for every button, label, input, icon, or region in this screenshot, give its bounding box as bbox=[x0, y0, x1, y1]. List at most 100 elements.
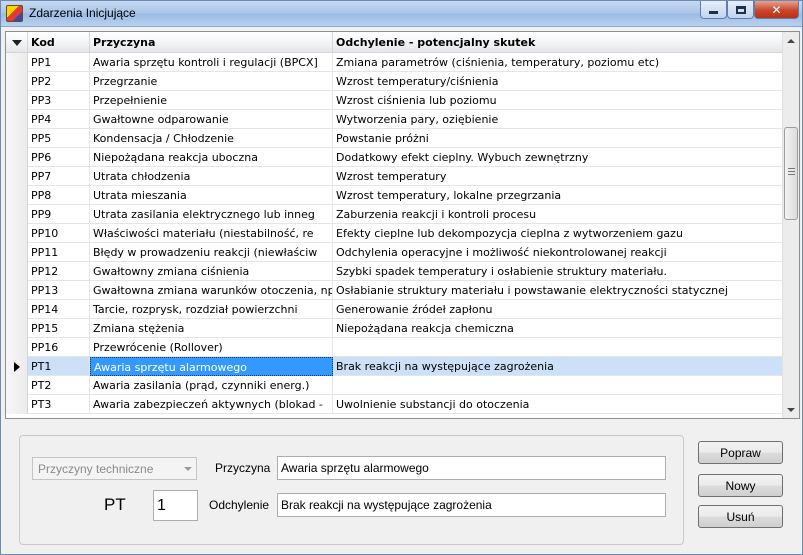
table-row[interactable]: PP13 Gwałtowna zmiana warunków otoczenia,… bbox=[6, 281, 784, 300]
cell-przyczyna[interactable]: Właściwości materiału (niestabilność, re bbox=[90, 224, 333, 243]
row-indicator[interactable] bbox=[6, 357, 28, 376]
scroll-down-button[interactable] bbox=[783, 401, 799, 418]
cell-kod[interactable]: PP1 bbox=[28, 53, 90, 72]
cell-przyczyna[interactable]: Awaria sprzętu alarmowego bbox=[90, 357, 333, 376]
cell-odchylenie[interactable]: Wzrost temperatury, lokalne przegrzania bbox=[333, 186, 782, 205]
row-indicator[interactable] bbox=[6, 262, 28, 281]
row-indicator[interactable] bbox=[6, 338, 28, 357]
row-indicator[interactable] bbox=[6, 148, 28, 167]
cell-odchylenie[interactable]: Niepożądana reakcja chemiczna bbox=[333, 319, 782, 338]
cell-odchylenie[interactable]: Wytworzenia pary, oziębienie bbox=[333, 110, 782, 129]
table-row[interactable]: PP16 Przewrócenie (Rollover) bbox=[6, 338, 784, 357]
row-indicator[interactable] bbox=[6, 167, 28, 186]
nowy-button[interactable]: Nowy bbox=[698, 474, 783, 497]
table-row[interactable]: PP9 Utrata zasilania elektrycznego lub in… bbox=[6, 205, 784, 224]
title-bar[interactable]: Zdarzenia Inicjujące ✕ bbox=[1, 1, 802, 27]
cell-kod[interactable]: PT1 bbox=[28, 357, 90, 376]
row-indicator[interactable] bbox=[6, 281, 28, 300]
cell-odchylenie[interactable]: Szybki spadek temperatury i osłabienie s… bbox=[333, 262, 782, 281]
cell-kod[interactable]: PP4 bbox=[28, 110, 90, 129]
table-row[interactable]: PP12 Gwałtowny zmiana ciśnienia Szybki spa… bbox=[6, 262, 784, 281]
row-indicator[interactable] bbox=[6, 224, 28, 243]
cell-odchylenie[interactable]: Zaburzenia reakcji i kontroli procesu bbox=[333, 205, 782, 224]
cell-przyczyna[interactable]: Utrata zasilania elektrycznego lub inneg bbox=[90, 205, 333, 224]
row-indicator[interactable] bbox=[6, 91, 28, 110]
cell-odchylenie[interactable] bbox=[333, 338, 782, 357]
table-row[interactable]: PP14 Tarcie, rozprysk, rozdział powierzch… bbox=[6, 300, 784, 319]
cell-kod[interactable]: PP12 bbox=[28, 262, 90, 281]
row-indicator[interactable] bbox=[6, 186, 28, 205]
cell-odchylenie[interactable]: Brak reakcji na występujące zagrożenia bbox=[333, 357, 782, 376]
cell-kod[interactable]: PP13 bbox=[28, 281, 90, 300]
przyczyna-input[interactable]: Awaria sprzętu alarmowego bbox=[277, 456, 666, 480]
cell-kod[interactable]: PP3 bbox=[28, 91, 90, 110]
cell-przyczyna[interactable]: Gwałtowne odparowanie bbox=[90, 110, 333, 129]
popraw-button[interactable]: Popraw bbox=[698, 441, 783, 464]
row-indicator[interactable] bbox=[6, 129, 28, 148]
table-row[interactable]: PP10 Właściwości materiału (niestabilność… bbox=[6, 224, 784, 243]
vertical-scrollbar[interactable] bbox=[782, 32, 799, 418]
cell-przyczyna[interactable]: Utrata chłodzenia bbox=[90, 167, 333, 186]
data-grid[interactable]: Kod Przyczyna Odchylenie - potencjalny s… bbox=[5, 31, 800, 419]
table-row[interactable]: PT3 Awaria zabezpieczeń aktywnych (blokad… bbox=[6, 395, 784, 414]
cell-kod[interactable]: PT2 bbox=[28, 376, 90, 395]
cell-kod[interactable]: PP15 bbox=[28, 319, 90, 338]
cell-odchylenie[interactable]: Efekty cieplne lub dekompozycja cieplna … bbox=[333, 224, 782, 243]
code-number-input[interactable]: 1 bbox=[153, 490, 198, 521]
cell-kod[interactable]: PP8 bbox=[28, 186, 90, 205]
cell-kod[interactable]: PP11 bbox=[28, 243, 90, 262]
row-indicator[interactable] bbox=[6, 376, 28, 395]
table-row[interactable]: PT1 Awaria sprzętu alarmowego Brak reakcji… bbox=[6, 357, 784, 376]
header-indicator[interactable] bbox=[6, 32, 28, 52]
scroll-thumb[interactable] bbox=[784, 127, 798, 220]
row-indicator[interactable] bbox=[6, 53, 28, 72]
cell-przyczyna[interactable]: Przewrócenie (Rollover) bbox=[90, 338, 333, 357]
cell-przyczyna[interactable]: Gwałtowny zmiana ciśnienia bbox=[90, 262, 333, 281]
cell-przyczyna[interactable]: Awaria zabezpieczeń aktywnych (blokad - bbox=[90, 395, 333, 414]
cell-odchylenie[interactable]: Dodatkowy efekt cieplny. Wybuch zewnętrz… bbox=[333, 148, 782, 167]
cell-przyczyna[interactable]: Niepożądana reakcja uboczna bbox=[90, 148, 333, 167]
scroll-up-button[interactable] bbox=[783, 32, 799, 49]
table-row[interactable]: PP8 Utrata mieszania Wzrost temperatury, l… bbox=[6, 186, 784, 205]
table-row[interactable]: PP2 Przegrzanie Wzrost temperatury/ciśnien… bbox=[6, 72, 784, 91]
cell-przyczyna[interactable]: Przepełnienie bbox=[90, 91, 333, 110]
minimize-button[interactable] bbox=[700, 1, 727, 19]
cell-odchylenie[interactable]: Powstanie próżni bbox=[333, 129, 782, 148]
cell-kod[interactable]: PP10 bbox=[28, 224, 90, 243]
table-row[interactable]: PT2 Awaria zasilania (prąd, czynniki ener… bbox=[6, 376, 784, 395]
cell-odchylenie[interactable]: Generowanie źródeł zapłonu bbox=[333, 300, 782, 319]
cell-kod[interactable]: PP14 bbox=[28, 300, 90, 319]
cell-kod[interactable]: PP9 bbox=[28, 205, 90, 224]
table-row[interactable]: PP3 Przepełnienie Wzrost ciśnienia lub poz… bbox=[6, 91, 784, 110]
cell-odchylenie[interactable] bbox=[333, 376, 782, 395]
cell-kod[interactable]: PP2 bbox=[28, 72, 90, 91]
row-indicator[interactable] bbox=[6, 205, 28, 224]
table-row[interactable]: PP15 Zmiana stężenia Niepożądana reakcja c… bbox=[6, 319, 784, 338]
cell-kod[interactable]: PT3 bbox=[28, 395, 90, 414]
cell-kod[interactable]: PP7 bbox=[28, 167, 90, 186]
cell-przyczyna[interactable]: Gwałtowna zmiana warunków otoczenia, np. bbox=[90, 281, 333, 300]
cell-przyczyna[interactable]: Awaria zasilania (prąd, czynniki energ.) bbox=[90, 376, 333, 395]
cell-przyczyna[interactable]: Zmiana stężenia bbox=[90, 319, 333, 338]
cell-przyczyna[interactable]: Kondensacja / Chłodzenie bbox=[90, 129, 333, 148]
close-button[interactable]: ✕ bbox=[754, 1, 799, 19]
table-row[interactable]: PP6 Niepożądana reakcja uboczna Dodatkowy … bbox=[6, 148, 784, 167]
table-row[interactable]: PP5 Kondensacja / Chłodzenie Powstanie pró… bbox=[6, 129, 784, 148]
maximize-button[interactable] bbox=[727, 1, 754, 19]
cell-odchylenie[interactable]: Odchylenia operacyjne i możliwość niekon… bbox=[333, 243, 782, 262]
row-indicator[interactable] bbox=[6, 395, 28, 414]
cell-kod[interactable]: PP16 bbox=[28, 338, 90, 357]
cell-odchylenie[interactable]: Osłabianie struktury materiału i powstaw… bbox=[333, 281, 782, 300]
cell-przyczyna[interactable]: Błędy w prowadzeniu reakcji (niewłaściw bbox=[90, 243, 333, 262]
usun-button[interactable]: Usuń bbox=[698, 505, 783, 528]
row-indicator[interactable] bbox=[6, 300, 28, 319]
column-header-odchylenie[interactable]: Odchylenie - potencjalny skutek bbox=[333, 32, 782, 52]
column-header-przyczyna[interactable]: Przyczyna bbox=[90, 32, 333, 52]
row-indicator[interactable] bbox=[6, 319, 28, 338]
column-header-kod[interactable]: Kod bbox=[28, 32, 90, 52]
table-row[interactable]: PP4 Gwałtowne odparowanie Wytworzenia pary… bbox=[6, 110, 784, 129]
row-indicator[interactable] bbox=[6, 243, 28, 262]
cell-przyczyna[interactable]: Przegrzanie bbox=[90, 72, 333, 91]
odchylenie-input[interactable]: Brak reakcji na występujące zagrożenia bbox=[277, 493, 666, 517]
table-row[interactable]: PP11 Błędy w prowadzeniu reakcji (niewłaś… bbox=[6, 243, 784, 262]
